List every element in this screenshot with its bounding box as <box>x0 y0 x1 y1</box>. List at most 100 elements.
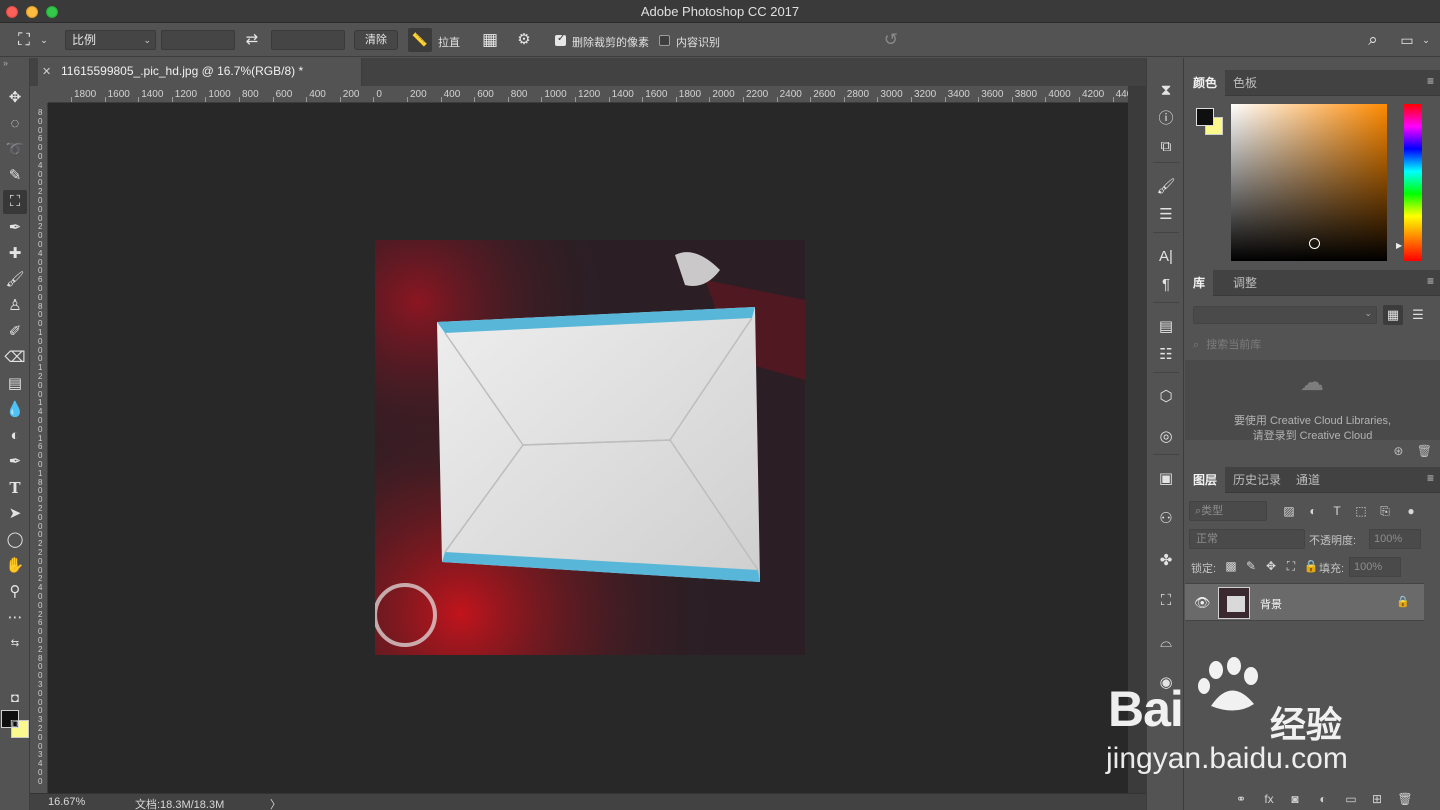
panel-menu-icon[interactable]: ≡ <box>1427 74 1434 88</box>
history-brush-tool-icon[interactable]: ✐ <box>3 320 27 344</box>
screen-mode-icon[interactable]: ⧉ <box>3 712 27 736</box>
crop-icon[interactable]: ⛶ <box>1155 590 1177 612</box>
horizontal-ruler[interactable]: 1800 1600 1400 1200 1000 800 600 400 200 0 200 400 6… <box>48 86 1128 103</box>
clear-button[interactable]: 清除 <box>354 30 398 50</box>
type-filter-icon[interactable]: T <box>1329 503 1345 519</box>
delete-cropped-label[interactable]: 删除裁剪的像素 <box>572 34 649 50</box>
eyedropper-tool-icon[interactable]: ✒ <box>3 216 27 240</box>
layer-name[interactable]: 背景 <box>1260 596 1282 612</box>
lock-image-icon[interactable]: ✎ <box>1243 558 1259 574</box>
adjustment-filter-icon[interactable]: ◐ <box>1305 503 1321 519</box>
layer-filter-select[interactable]: ⌕类型 <box>1189 501 1267 521</box>
lock-position-icon[interactable]: ✥ <box>1263 558 1279 574</box>
move-tool-icon[interactable]: ✥ <box>3 86 27 110</box>
zoom-level[interactable]: 16.67% <box>48 796 85 808</box>
width-ratio-input[interactable] <box>161 30 235 50</box>
pen-tool-icon[interactable]: ✒ <box>3 450 27 474</box>
panel-menu-icon[interactable]: ≡ <box>1427 274 1434 288</box>
lock-icon[interactable]: 🔒 <box>1396 595 1410 608</box>
lock-transparent-icon[interactable]: ▩ <box>1223 558 1239 574</box>
layer-row[interactable]: 👁 背景 🔒 <box>1185 583 1424 621</box>
color-field[interactable] <box>1231 104 1387 261</box>
delete-cropped-checkbox[interactable] <box>555 33 566 46</box>
user-icon[interactable]: ◉ <box>1155 672 1177 694</box>
status-menu-arrow[interactable]: 〉 <box>270 796 281 810</box>
notes-icon[interactable]: ▤ <box>1155 316 1177 338</box>
color-picker-handle[interactable] <box>1309 238 1320 249</box>
folder-icon[interactable]: ▣ <box>1155 468 1177 490</box>
folder-icon[interactable]: ▭ <box>1343 791 1359 807</box>
link-icon[interactable]: ⚭ <box>1233 791 1249 807</box>
lasso-tool-icon[interactable]: ➰ <box>3 138 27 162</box>
height-ratio-input[interactable] <box>271 30 345 50</box>
healing-brush-tool-icon[interactable]: ✚ <box>3 242 27 266</box>
brush-tool-icon[interactable]: 🖌 <box>3 268 27 292</box>
path-select-tool-icon[interactable]: ➤ <box>3 502 27 526</box>
straighten-icon[interactable]: 📏 <box>408 28 432 52</box>
tab-libraries[interactable]: 库 <box>1185 270 1214 296</box>
document-tab[interactable]: ✕ 11615599805_.pic_hd.jpg @ 16.7%(RGB/8)… <box>38 58 362 86</box>
ellipse-tool-icon[interactable]: ◯ <box>3 528 27 552</box>
quick-mask-icon[interactable]: ◘ <box>3 686 27 710</box>
3d-cube-icon[interactable]: ⬡ <box>1155 386 1177 408</box>
mask-icon[interactable]: ◙ <box>1287 791 1303 807</box>
collapse-icon[interactable]: » <box>3 58 8 68</box>
swap-colors-icon[interactable]: ⇆ <box>3 632 27 656</box>
gear-icon[interactable]: ⚙ <box>514 23 534 57</box>
ratio-select[interactable]: 比例 ⌄ <box>65 30 156 50</box>
swap-icon[interactable]: ⇄ <box>242 23 262 57</box>
measure-icon[interactable]: ⌓ <box>1155 632 1177 654</box>
more-tools-icon[interactable]: ⋯ <box>3 606 27 630</box>
quick-select-tool-icon[interactable]: ✎ <box>3 164 27 188</box>
fill-input[interactable]: 100% <box>1349 557 1401 577</box>
brushes-icon[interactable]: 🖌 <box>1155 176 1177 198</box>
crop-tool-preset-icon[interactable]: ⛶ <box>14 23 34 57</box>
adjust-sliders-icon[interactable]: ☰ <box>1155 204 1177 226</box>
pixel-filter-icon[interactable]: ▨ <box>1281 503 1297 519</box>
trash-icon[interactable]: 🗑 <box>1397 791 1413 807</box>
trash-icon[interactable]: 🗑 <box>1417 444 1432 458</box>
properties-icon[interactable]: ⧉ <box>1155 136 1177 158</box>
document-icon[interactable]: ☷ <box>1155 344 1177 366</box>
chevron-down-icon[interactable]: ⌄ <box>1420 23 1432 57</box>
eye-icon[interactable]: 👁 <box>1194 595 1211 611</box>
blend-mode-select[interactable]: 正常 <box>1189 529 1305 549</box>
fx-icon[interactable]: fx <box>1261 791 1277 807</box>
lock-all-icon[interactable]: 🔒 <box>1303 558 1319 574</box>
new-layer-icon[interactable]: ⊞ <box>1369 791 1385 807</box>
tab-swatches[interactable]: 色板 <box>1225 70 1265 96</box>
gradient-tool-icon[interactable]: ▤ <box>3 372 27 396</box>
foreground-color-swatch[interactable] <box>1196 108 1214 126</box>
marquee-tool-icon[interactable]: ◌ <box>3 112 27 136</box>
tab-history[interactable]: 历史记录 <box>1225 467 1289 493</box>
workspace-icon[interactable]: ▭ <box>1396 23 1418 57</box>
actions-icon[interactable]: ⚇ <box>1155 508 1177 530</box>
library-search[interactable]: ⌕ 搜索当前库 <box>1193 336 1433 352</box>
history-panel-icon[interactable]: ⧗ <box>1155 80 1177 102</box>
library-select[interactable]: ⌄ <box>1193 306 1377 324</box>
filter-toggle-icon[interactable]: ● <box>1403 503 1419 519</box>
opacity-input[interactable]: 100% <box>1369 529 1421 549</box>
vertical-ruler[interactable]: 8006004002000200400600800100012001400160… <box>34 103 48 793</box>
tab-adjustments[interactable]: 调整 <box>1225 270 1265 296</box>
search-icon[interactable]: ⌕ <box>1362 23 1384 57</box>
grid-view-icon[interactable]: ▦ <box>1383 305 1403 325</box>
content-aware-checkbox[interactable] <box>659 35 670 46</box>
reset-icon[interactable]: ↺ <box>880 23 902 57</box>
hand-tool-icon[interactable]: ✋ <box>3 554 27 578</box>
tab-color[interactable]: 颜色 <box>1185 70 1226 96</box>
crop-tool-icon[interactable]: ⛶ <box>3 190 27 214</box>
character-icon[interactable]: A| <box>1155 246 1177 268</box>
paragraph-icon[interactable]: ¶ <box>1155 274 1177 296</box>
tab-layers[interactable]: 图层 <box>1185 467 1226 493</box>
clone-stamp-tool-icon[interactable]: ♙ <box>3 294 27 318</box>
straighten-label[interactable]: 拉直 <box>438 34 460 50</box>
chevron-down-icon[interactable]: ⌄ <box>38 23 50 57</box>
close-icon[interactable]: ✕ <box>42 65 51 78</box>
list-view-icon[interactable]: ☰ <box>1408 305 1428 325</box>
info-icon[interactable]: ⓘ <box>1155 108 1177 130</box>
vertical-scrollbar[interactable] <box>1128 86 1146 793</box>
type-tool-icon[interactable]: T <box>3 476 27 500</box>
adjustment-layer-icon[interactable]: ◐ <box>1315 791 1331 807</box>
blur-tool-icon[interactable]: 💧 <box>3 398 27 422</box>
